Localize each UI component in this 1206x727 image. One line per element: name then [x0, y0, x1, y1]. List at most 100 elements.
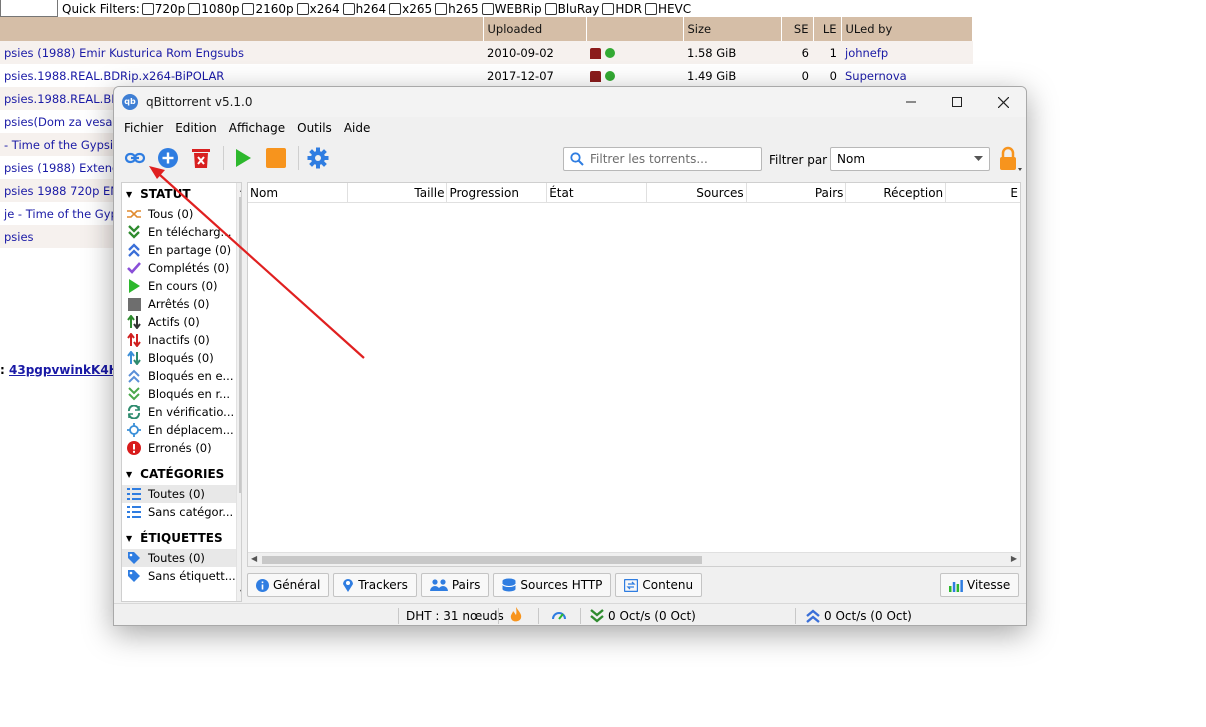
maximize-button[interactable] — [934, 87, 980, 117]
sidebar-scroll-thumb[interactable] — [239, 197, 241, 493]
download-speed[interactable]: 0 Oct/s (0 Oct) — [590, 609, 696, 623]
result-name-link[interactable]: psies (1988) Emir Kusturica Rom Engsubs — [0, 41, 483, 64]
status-filter-item[interactable]: Inactifs (0) — [122, 331, 241, 349]
tab-content[interactable]: Contenu — [615, 573, 703, 597]
torrent-search-field[interactable] — [563, 147, 762, 171]
quick-filter-option[interactable]: 720p — [141, 2, 185, 16]
tag-all[interactable]: Toutes (0) — [122, 549, 241, 567]
alt-speed-icon[interactable] — [551, 608, 567, 624]
quick-filter-checkbox[interactable] — [342, 2, 355, 15]
quick-filter-checkbox[interactable] — [644, 2, 657, 15]
status-filter-item[interactable]: En vérificatio... — [122, 403, 241, 421]
column-nom[interactable]: Nom — [248, 183, 348, 203]
quick-filter-option[interactable]: WEBRip — [481, 2, 542, 16]
header-name[interactable] — [0, 17, 484, 41]
tab-trackers[interactable]: Trackers — [333, 573, 417, 597]
tab-general[interactable]: Général — [247, 573, 330, 597]
quick-filter-option[interactable]: h265 — [435, 2, 479, 16]
magnet-icon[interactable] — [590, 47, 601, 59]
category-none[interactable]: Sans catégor... — [122, 503, 241, 521]
torrent-list-hscrollbar[interactable]: ◀ ▶ — [248, 552, 1020, 566]
quick-filter-checkbox[interactable] — [389, 2, 402, 15]
status-filter-item[interactable]: Bloqués en r... — [122, 385, 241, 403]
minimize-button[interactable] — [888, 87, 934, 117]
options-button[interactable] — [303, 143, 333, 173]
column-progression[interactable]: Progression — [447, 183, 548, 203]
menu-aide[interactable]: Aide — [338, 121, 377, 135]
quick-filter-option[interactable]: 2160p — [242, 2, 294, 16]
quick-filter-option[interactable]: BluRay — [544, 2, 599, 16]
upload-speed[interactable]: 0 Oct/s (0 Oct) — [806, 609, 912, 623]
stop-button[interactable] — [261, 143, 291, 173]
title-bar[interactable]: qb qBittorrent v5.1.0 — [114, 87, 1026, 117]
filter-by-select[interactable]: Nom — [830, 147, 990, 171]
scroll-up-icon[interactable]: ▲ — [238, 184, 241, 196]
hash-link[interactable]: 43pgpvwinkK4H — [9, 363, 119, 377]
categories-section-header[interactable]: ▼ CATÉGORIES — [122, 463, 241, 485]
quick-filter-option[interactable]: x265 — [389, 2, 432, 16]
quick-filter-checkbox[interactable] — [481, 2, 494, 15]
result-uploader-link[interactable]: Supernova — [841, 64, 973, 87]
tags-section-header[interactable]: ▼ ÉTIQUETTES — [122, 527, 241, 549]
quick-filter-checkbox[interactable] — [242, 2, 255, 15]
result-name-link[interactable]: psies.1988.REAL.BDRip.x264-BiPOLAR — [0, 64, 483, 87]
status-filter-item[interactable]: Tous (0) — [122, 205, 241, 223]
quick-filter-input[interactable] — [0, 0, 58, 17]
quick-filter-checkbox[interactable] — [544, 2, 557, 15]
firewall-flame-icon[interactable] — [510, 607, 522, 623]
quick-filter-option[interactable]: HEVC — [644, 2, 691, 16]
status-filter-item[interactable]: En télécharg... — [122, 223, 241, 241]
quick-filter-checkbox[interactable] — [602, 2, 615, 15]
header-uploaded[interactable]: Uploaded — [483, 17, 587, 41]
sidebar-scrollbar[interactable]: ▲ ▼ — [236, 183, 241, 601]
column-emission[interactable]: E — [946, 183, 1020, 203]
status-filter-item[interactable]: Bloqués (0) — [122, 349, 241, 367]
hscroll-thumb[interactable] — [262, 556, 702, 564]
status-filter-item[interactable]: Erronés (0) — [122, 439, 241, 457]
header-uled-by[interactable]: ULed by — [841, 17, 973, 41]
quick-filter-checkbox[interactable] — [435, 2, 448, 15]
magnet-icon[interactable] — [590, 70, 601, 82]
delete-torrent-button[interactable] — [186, 143, 216, 173]
category-all[interactable]: Toutes (0) — [122, 485, 241, 503]
column-sources[interactable]: Sources — [647, 183, 747, 203]
status-filter-item[interactable]: Arrêtés (0) — [122, 295, 241, 313]
scroll-right-icon[interactable]: ▶ — [1011, 554, 1017, 563]
quick-filter-checkbox[interactable] — [141, 2, 154, 15]
scroll-down-icon[interactable]: ▼ — [238, 588, 241, 600]
add-torrent-link-button[interactable] — [120, 143, 150, 173]
status-filter-item[interactable]: Complétés (0) — [122, 259, 241, 277]
header-le[interactable]: LE — [813, 17, 842, 41]
tag-none[interactable]: Sans étiquett... — [122, 567, 241, 585]
tab-speed[interactable]: Vitesse — [940, 573, 1020, 597]
status-filter-item[interactable]: Actifs (0) — [122, 313, 241, 331]
torrent-list[interactable]: Nom Taille Progression État Sources Pair… — [247, 182, 1021, 567]
column-etat[interactable]: État — [547, 183, 647, 203]
result-uploader-link[interactable]: johnefp — [841, 41, 973, 64]
tab-peers[interactable]: Pairs — [420, 573, 490, 597]
header-se[interactable]: SE — [781, 17, 814, 41]
column-taille[interactable]: Taille — [348, 183, 448, 203]
menu-outils[interactable]: Outils — [291, 121, 338, 135]
status-section-header[interactable]: ▼ STATUT — [122, 183, 241, 205]
status-filter-item[interactable]: En déplacem... — [122, 421, 241, 439]
quick-filter-option[interactable]: HDR — [602, 2, 642, 16]
close-button[interactable] — [980, 87, 1026, 117]
quick-filter-option[interactable]: h264 — [342, 2, 386, 16]
status-filter-item[interactable]: Bloqués en e... — [122, 367, 241, 385]
column-reception[interactable]: Réception — [846, 183, 947, 203]
quick-filter-checkbox[interactable] — [188, 2, 201, 15]
lock-button[interactable] — [996, 146, 1022, 175]
search-input[interactable] — [590, 152, 750, 166]
status-filter-item[interactable]: En cours (0) — [122, 277, 241, 295]
add-torrent-file-button[interactable] — [153, 143, 183, 173]
tab-http-sources[interactable]: Sources HTTP — [493, 573, 612, 597]
quick-filter-option[interactable]: 1080p — [188, 2, 239, 16]
quick-filter-option[interactable]: x264 — [296, 2, 340, 16]
menu-affichage[interactable]: Affichage — [223, 121, 291, 135]
column-pairs[interactable]: Pairs — [747, 183, 847, 203]
start-button[interactable] — [228, 143, 258, 173]
header-size[interactable]: Size — [683, 17, 782, 41]
quick-filter-checkbox[interactable] — [296, 2, 309, 15]
menu-fichier[interactable]: Fichier — [118, 121, 169, 135]
